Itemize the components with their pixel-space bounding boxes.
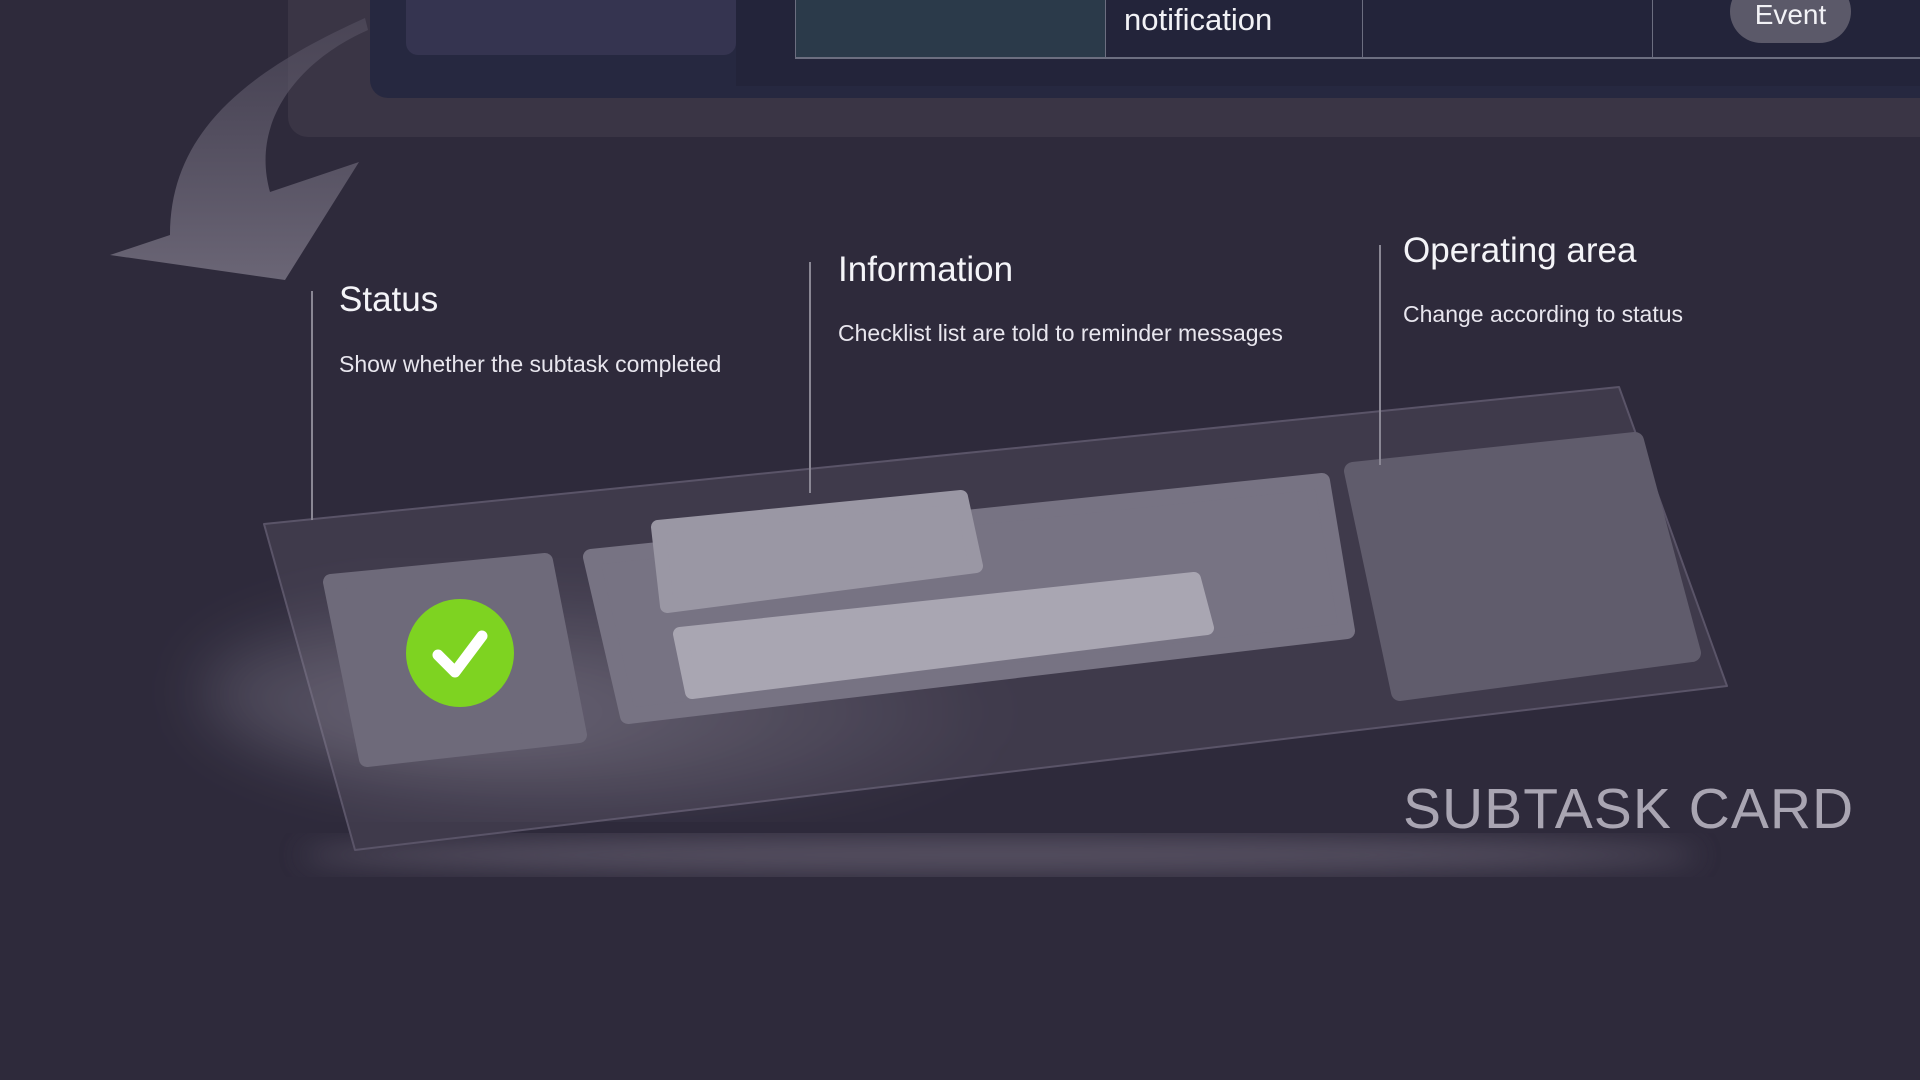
card-shadow [300,837,1700,873]
information-pointer-line [809,262,811,493]
subtask-card-label: SUBTASK CARD [1403,777,1855,841]
operating-area-box [1344,432,1701,701]
operating-pointer-line [1379,245,1381,465]
curved-arrow-icon [110,18,368,280]
status-title: Status [339,280,439,319]
operating-description: Change according to status [1403,301,1684,327]
operating-title: Operating area [1403,231,1637,270]
status-description: Show whether the subtask completed [339,351,722,377]
status-complete-circle [406,599,514,707]
illustration [110,18,1728,873]
status-pointer-line [311,291,313,520]
information-title: Information [838,250,1014,289]
information-description: Checklist list are told to reminder mess… [838,320,1283,346]
